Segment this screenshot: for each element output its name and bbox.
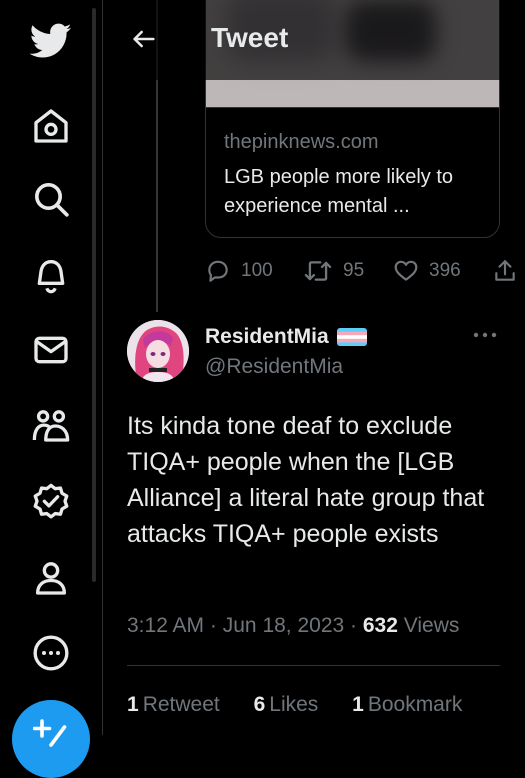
tweet-metadata: 3:12 AM · Jun 18, 2023 · 632 Views [127, 614, 459, 638]
retweets-stat[interactable]: 1 Retweet [127, 693, 220, 717]
back-button[interactable] [125, 20, 163, 58]
back-arrow-icon [133, 30, 155, 48]
side-navigation [0, 0, 103, 778]
page-title: Tweet [211, 22, 289, 53]
bookmarks-stat[interactable]: 1 Bookmark [352, 693, 462, 717]
display-name[interactable]: ResidentMia [205, 325, 367, 349]
user-handle[interactable]: @ResidentMia [205, 355, 343, 379]
like-button[interactable]: 396 [393, 258, 461, 284]
retweet-button[interactable]: 95 [303, 258, 364, 284]
separator: · [209, 614, 217, 637]
tweet-date[interactable]: Jun 18, 2023 [223, 614, 344, 637]
tweet-stats: 1 Retweet 6 Likes 1 Bookmark [127, 693, 490, 717]
home-icon[interactable] [29, 104, 73, 148]
more-icon[interactable] [29, 631, 73, 675]
verified-icon[interactable] [29, 480, 73, 524]
bookmarks-stat-label: Bookmark [367, 693, 463, 716]
reply-count: 100 [241, 260, 273, 281]
page-header: Tweet [103, 0, 525, 80]
compose-tweet-button[interactable] [12, 700, 90, 778]
twitter-logo-icon[interactable] [29, 19, 73, 63]
link-preview-title: LGB people more likely to experience men… [224, 166, 454, 217]
nav-scrollbar[interactable] [92, 8, 96, 582]
retweet-count: 95 [343, 260, 365, 281]
transgender-flag-icon [336, 328, 367, 346]
link-preview-domain: thepinknews.com [224, 131, 379, 153]
profile-icon[interactable] [29, 556, 73, 600]
likes-stat-label: Likes [269, 693, 319, 716]
display-name-text: ResidentMia [205, 325, 329, 348]
retweet-icon [304, 261, 332, 281]
views-label: Views [403, 614, 460, 637]
divider [127, 665, 500, 666]
heart-icon [394, 260, 418, 281]
likes-stat-count: 6 [253, 693, 266, 716]
notifications-icon[interactable] [29, 253, 73, 297]
ellipsis-icon [473, 332, 497, 338]
compose-icon [33, 719, 67, 747]
more-options-button[interactable] [468, 318, 502, 352]
reply-icon [208, 260, 228, 282]
tweet-text: Its kinda tone deaf to exclude TIQA+ peo… [127, 412, 485, 548]
avatar[interactable] [127, 320, 189, 382]
separator: · [350, 614, 358, 637]
messages-icon[interactable] [29, 328, 73, 372]
share-icon [495, 260, 515, 281]
share-button[interactable] [492, 258, 518, 284]
search-icon[interactable] [29, 177, 73, 221]
like-count: 396 [429, 260, 461, 281]
tweet-time[interactable]: 3:12 AM [127, 614, 204, 637]
reply-button[interactable]: 100 [205, 258, 273, 284]
retweets-stat-label: Retweet [142, 693, 220, 716]
likes-stat[interactable]: 6 Likes [254, 693, 319, 717]
bookmarks-stat-count: 1 [352, 693, 364, 716]
retweets-stat-count: 1 [127, 693, 139, 716]
views-count: 632 [362, 614, 398, 637]
communities-icon[interactable] [29, 404, 73, 448]
